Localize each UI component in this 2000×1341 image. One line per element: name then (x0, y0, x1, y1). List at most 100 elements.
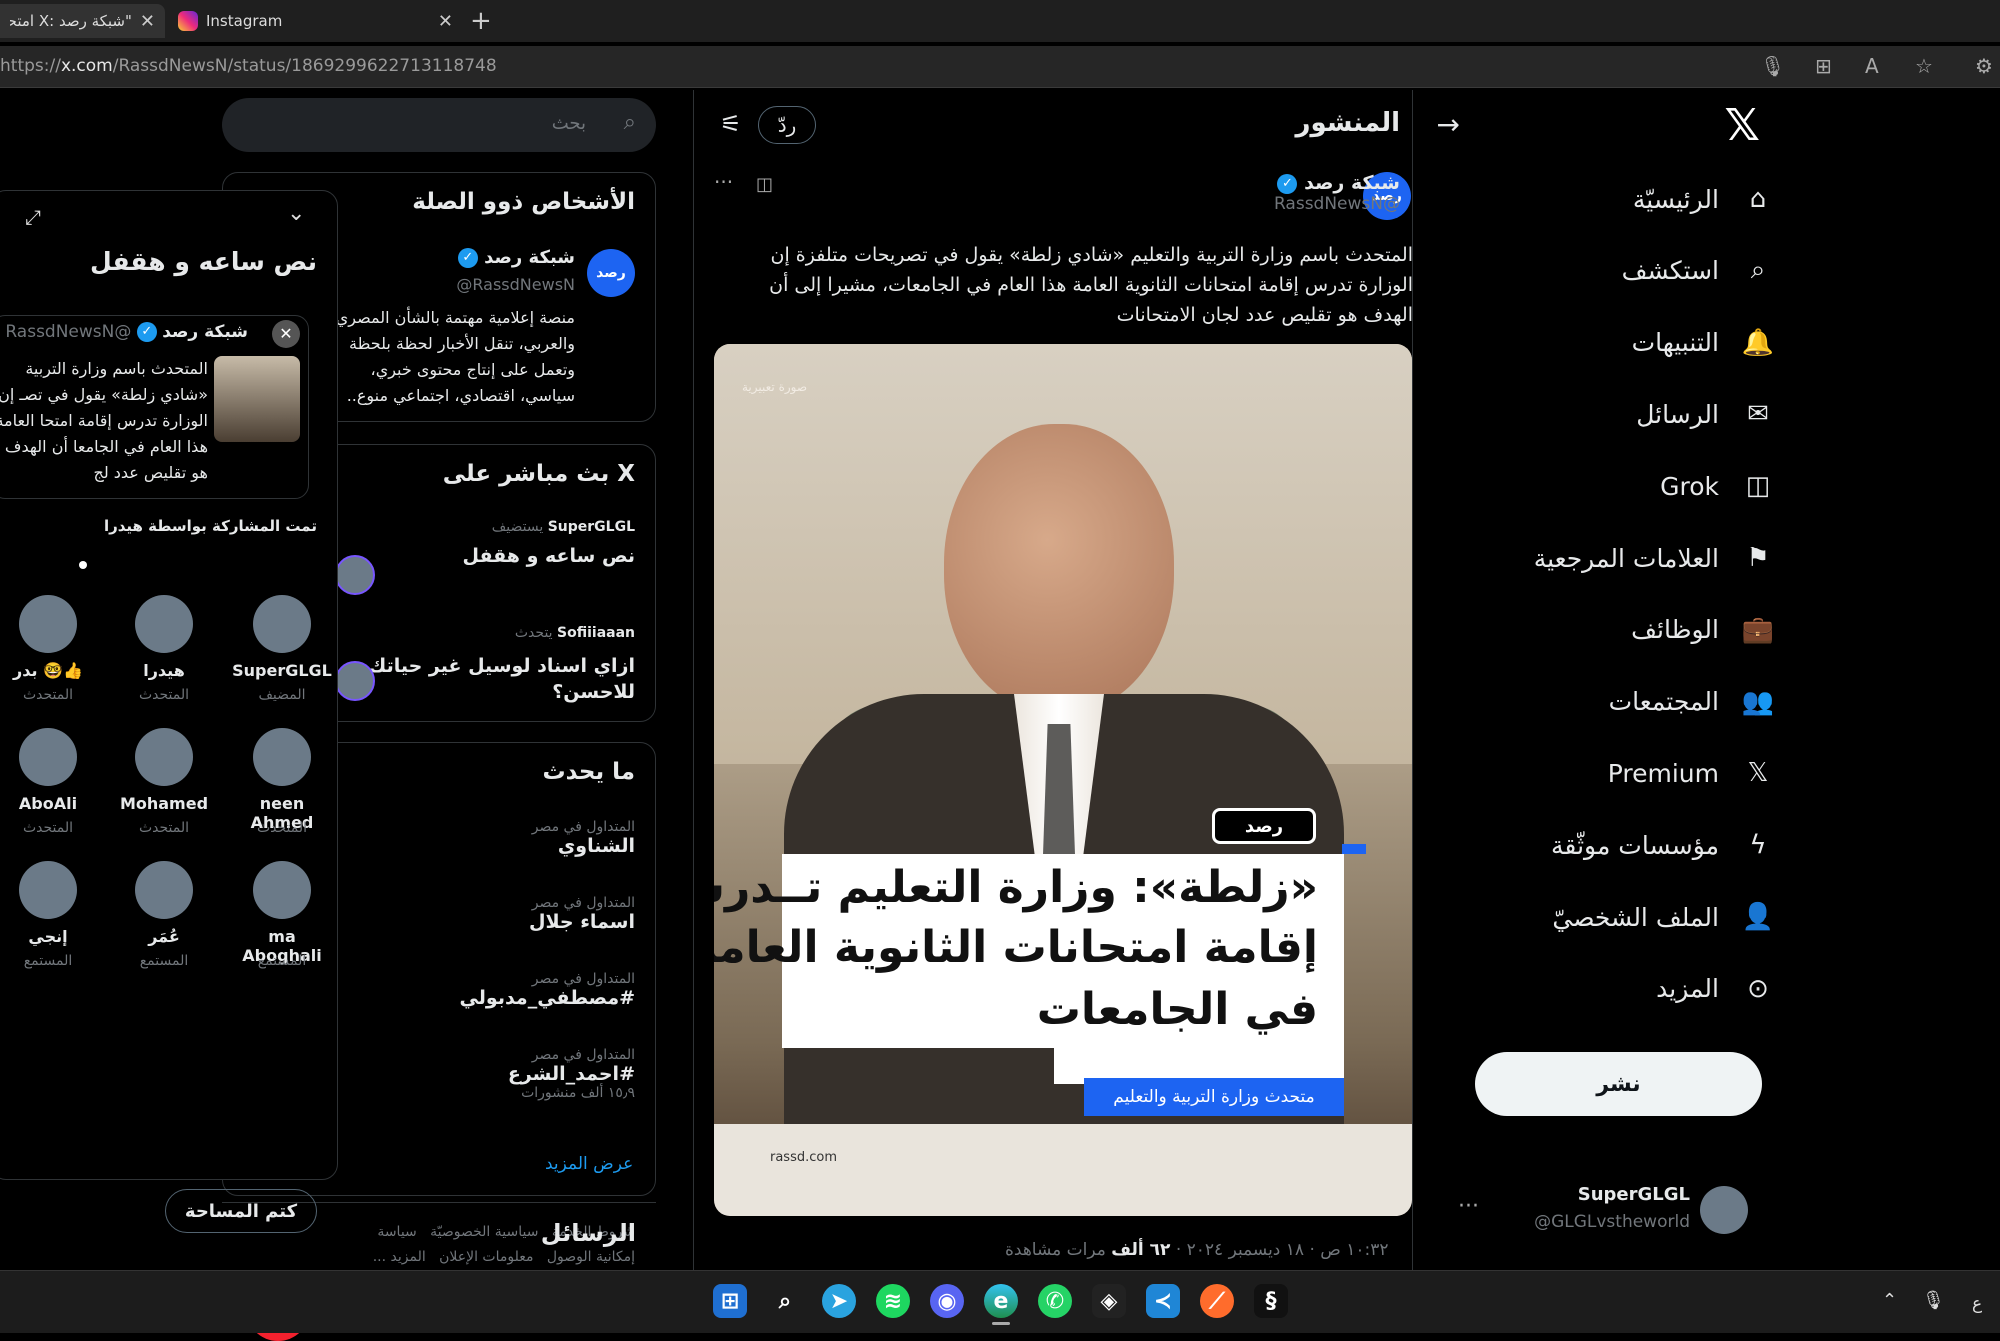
nav-item[interactable]: 🔔 التنبيهات (1632, 326, 1775, 360)
more-dots-icon: ··· (1458, 1194, 1479, 1219)
avatar[interactable] (19, 595, 77, 653)
who-handle: @RassdNewsN (456, 275, 575, 294)
search-input[interactable]: ⌕ بحث (222, 98, 656, 152)
telegram-icon[interactable]: ➤ (822, 1284, 856, 1318)
nav-item[interactable]: ⊙ المزيد (1656, 972, 1775, 1006)
nav-item[interactable]: ◫ Grok (1660, 469, 1775, 503)
vscode-icon[interactable]: ≺ (1146, 1284, 1180, 1318)
close-tab-icon[interactable]: ✕ (438, 11, 453, 32)
avatar[interactable] (135, 595, 193, 653)
read-aloud-icon[interactable]: A (1865, 54, 1879, 78)
grok-icon[interactable]: ◫ (756, 174, 773, 195)
space-title: نص ساعه و هقفل (90, 247, 317, 276)
search-icon: ⌕ (1750, 255, 1766, 286)
url-text[interactable]: https://x.com/RassdNewsN/status/18692996… (0, 56, 497, 76)
app-grid-icon[interactable]: ⊞ (1815, 54, 1832, 78)
spotify-icon[interactable]: ≋ (876, 1284, 910, 1318)
trend-item[interactable]: المتداول في مصر #احمد_الشرع ١٥٫٩ ألف منشور… (508, 1047, 635, 1101)
post-image[interactable]: صورة تعبيرية رصد «زلطة»: وزارة التعليم ت… (714, 344, 1412, 1216)
accent-bar (1342, 844, 1366, 854)
participant-role: المتحدث (256, 820, 308, 836)
tune-icon[interactable]: ⚟ (720, 110, 742, 138)
verified-badge-icon: ✓ (136, 322, 157, 342)
avatar[interactable] (19, 728, 77, 786)
whatsapp-icon[interactable]: ✆ (1038, 1284, 1072, 1318)
app-icon[interactable]: § (1254, 1284, 1288, 1318)
participant-name: هيدرا (143, 661, 185, 680)
close-tab-icon[interactable]: ✕ (140, 11, 155, 32)
post-views-label: مرات مشاهدة (1005, 1240, 1112, 1260)
chevron-up-icon[interactable]: ⌃ (1882, 1290, 1897, 1311)
rassd-logo: رصد (1212, 808, 1316, 844)
page-title: المنشور (1295, 108, 1400, 138)
verified-badge-icon: ✓ (457, 248, 478, 268)
nav-item[interactable]: 👥 المجتمعات (1609, 685, 1775, 719)
favorite-star-icon[interactable]: ☆ (1915, 54, 1933, 78)
language-indicator[interactable]: ع (1972, 1294, 1982, 1314)
start-icon[interactable]: ⊞ (713, 1284, 747, 1318)
tab-instagram[interactable]: Instagram ✕ (168, 4, 463, 38)
microphone-icon[interactable]: 🎙 (1760, 54, 1785, 78)
who-name[interactable]: شبكة رصد ✓ (457, 247, 575, 268)
nav-item-label: الرسائل (1636, 399, 1719, 429)
nav-item[interactable]: ✉ الرسائل (1636, 397, 1775, 431)
mute-space-button[interactable]: كتم المساحة (165, 1189, 317, 1233)
expand-icon[interactable]: ⤢ (25, 205, 41, 229)
show-more-link[interactable]: عرض المزيد (545, 1154, 633, 1174)
back-arrow-icon[interactable]: → (1437, 108, 1460, 141)
shared-post-card[interactable]: ✕ شبكة رصد ✓ @RassdNewsN · ٢ المتحدث باس… (0, 315, 309, 499)
shared-by: تمت المشاركة بواسطة هيدرا (103, 517, 317, 535)
x-logo-icon[interactable]: 𝕏 (1725, 100, 1760, 151)
avatar[interactable]: رصد (587, 249, 635, 297)
microphone-icon[interactable]: 🎙 (1922, 1290, 1945, 1311)
post-button[interactable]: نشر (1475, 1052, 1762, 1116)
page-dot (79, 561, 87, 569)
nav-item[interactable]: ⌕ استكشف (1622, 254, 1775, 288)
post-time: ١٠:٣٢ ص · ١٨ ديسمبر ٢٠٢٤ · (1170, 1240, 1389, 1260)
postman-icon[interactable]: ⟋ (1200, 1284, 1234, 1318)
avatar[interactable] (253, 861, 311, 919)
settings-icon[interactable]: ⚙ (1975, 54, 1993, 78)
home-icon: ⌂ (1749, 184, 1767, 214)
nav-item[interactable]: ⌂ الرئيسيّة (1633, 182, 1775, 216)
shared-post-text: المتحدث باسم وزارة التربية «شادي زلطة» ي… (0, 359, 208, 482)
participant-name: AboAli (18, 794, 78, 813)
avatar[interactable] (253, 728, 311, 786)
nav-item[interactable]: ϟ مؤسسات موثّقة (1551, 828, 1775, 862)
trend-item[interactable]: المتداول في مصر اسماء جلال (529, 895, 635, 933)
avatar[interactable] (135, 861, 193, 919)
trend-item[interactable]: المتداول في مصر #مصطفي_مدبولي (460, 971, 635, 1009)
nav-item[interactable]: 𝕏 Premium (1608, 756, 1775, 790)
tab-x-post[interactable]: "شبكة رصد :X امتحانات ✕ (0, 4, 165, 38)
nav-item-label: مؤسسات موثّقة (1551, 830, 1719, 860)
messages-dock-title: الرسائل (540, 1219, 636, 1247)
headline-line1: «زلطة»: وزارة التعليم تــدرس (714, 862, 1318, 913)
collapse-chevron-icon[interactable]: ⌄ (287, 201, 305, 226)
post-meta: ١٠:٣٢ ص · ١٨ ديسمبر ٢٠٢٤ · ٦٢ ألف مرات م… (1005, 1240, 1389, 1260)
avatar[interactable] (253, 595, 311, 653)
tab-label: Instagram (206, 12, 283, 30)
close-icon[interactable]: ✕ (272, 320, 300, 348)
author-name: شبكة رصد (1304, 172, 1400, 194)
nav-item[interactable]: 👤 الملف الشخصيّ (1552, 900, 1775, 934)
account-name: SuperGLGL (1577, 1184, 1690, 1205)
live-title-2[interactable]: ازاي اسناد لوسيل غير حياتك للاحسن؟ (335, 653, 635, 705)
live-title-1[interactable]: نص ساعه و هقفل (462, 545, 635, 567)
edge-icon[interactable]: e (984, 1284, 1018, 1318)
reply-filter-button[interactable]: ردّ (758, 106, 816, 144)
search-icon[interactable]: ⌕ (768, 1284, 802, 1318)
avatar[interactable] (135, 728, 193, 786)
discord-icon[interactable]: ◉ (930, 1284, 964, 1318)
trend-item[interactable]: المتداول في مصر الشناوي (532, 819, 635, 857)
nav-item[interactable]: 💼 الوظائف (1631, 613, 1775, 647)
nav-item-label: Premium (1607, 758, 1719, 788)
nav-item[interactable]: ⚑ العلامات المرجعية (1534, 541, 1775, 575)
new-tab-icon[interactable]: + (470, 6, 492, 36)
account-switcher[interactable]: SuperGLGL @GLGLvstheworld ··· (1450, 1180, 1750, 1250)
epic-games-icon[interactable]: ◈ (1092, 1284, 1126, 1318)
post-author[interactable]: شبكة رصد ✓ @RassdNewsN (1100, 172, 1400, 214)
avatar[interactable] (19, 861, 77, 919)
nav-item-label: استكشف (1621, 256, 1719, 286)
more-dots-icon[interactable]: ··· (714, 170, 733, 194)
participant-role: المستمع (139, 953, 189, 969)
